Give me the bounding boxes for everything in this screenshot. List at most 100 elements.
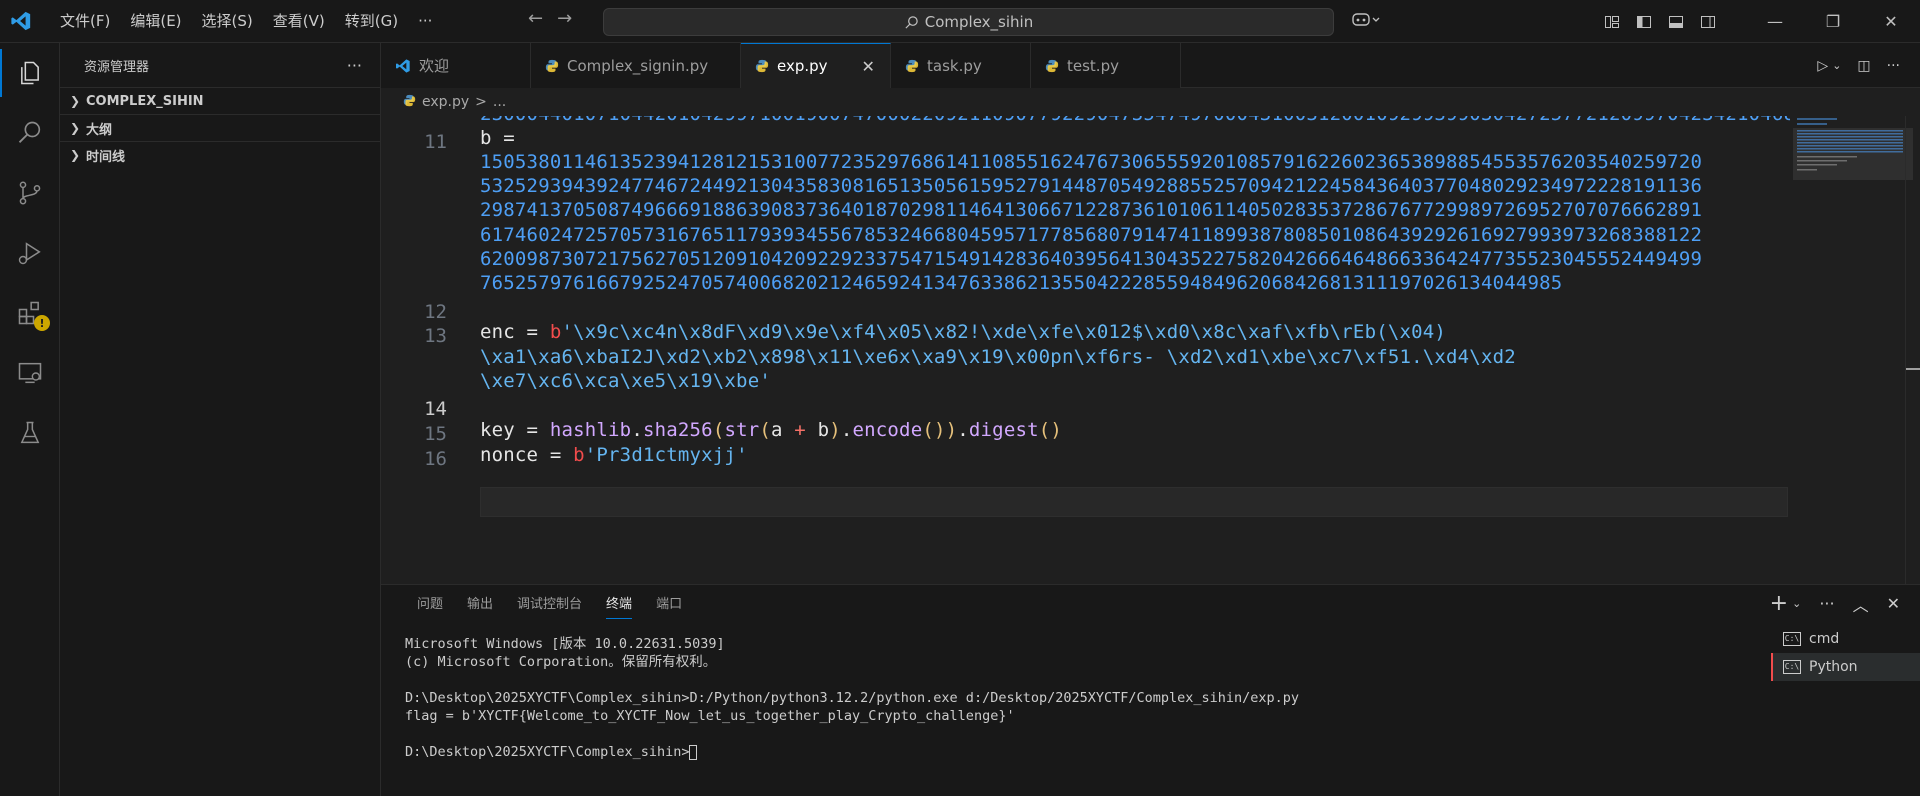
more-actions-icon[interactable]: ···	[1887, 58, 1900, 74]
menu-bar: 文件(F) 编辑(E) 选择(S) 查看(V) 转到(G) ···	[50, 6, 442, 36]
tab-debug-console[interactable]: 调试控制台	[505, 585, 594, 625]
run-debug-icon[interactable]	[0, 223, 60, 283]
close-window-icon[interactable]: ✕	[1862, 0, 1920, 43]
terminal-output[interactable]: Microsoft Windows [版本 10.0.22631.5039] (…	[405, 635, 1745, 761]
code-a-tail: 2300044010710442010429971001900747000220…	[480, 116, 1790, 125]
section-folder[interactable]: ❯ COMPLEX_SIHIN	[60, 87, 380, 114]
tab-task[interactable]: task.py	[891, 43, 1031, 88]
search-sidebar-icon[interactable]	[0, 103, 60, 163]
chevron-right-icon: ❯	[70, 148, 81, 162]
tab-exp[interactable]: exp.py ✕	[741, 43, 891, 88]
source-control-icon[interactable]	[0, 163, 60, 223]
explorer-more-icon[interactable]: ···	[347, 56, 362, 75]
code-key-line: key = hashlib.sha256(str(a + b).encode()…	[480, 419, 1063, 441]
terminal-item-python[interactable]: C:\ Python	[1771, 653, 1920, 681]
python-icon	[403, 94, 416, 111]
chevron-right-icon: ❯	[70, 94, 81, 108]
forward-arrow-icon[interactable]: →	[557, 8, 572, 29]
close-icon[interactable]: ✕	[862, 57, 875, 76]
maximize-panel-icon[interactable]: ︿	[1853, 592, 1869, 616]
section-folder-label: COMPLEX_SIHIN	[86, 93, 204, 109]
extensions-icon[interactable]: !	[0, 283, 60, 343]
split-editor-icon[interactable]: ◫	[1857, 58, 1870, 74]
code-editor[interactable]: 11 12 13 14 15 16 2300044010710442010429…	[381, 116, 1920, 584]
line-number: 16	[424, 448, 447, 470]
chevron-down-icon[interactable]: ⌄	[1792, 597, 1801, 610]
section-timeline[interactable]: ❯ 时间线	[60, 141, 380, 168]
section-outline[interactable]: ❯ 大纲	[60, 114, 380, 141]
tab-output[interactable]: 输出	[455, 585, 505, 625]
code-b-value-4: 6174602472570573167651179393455678532466…	[480, 224, 1703, 246]
warning-badge-icon: !	[34, 315, 50, 331]
vscode-logo-icon[interactable]	[0, 0, 42, 43]
menu-go[interactable]: 转到(G)	[335, 6, 408, 36]
toggle-secondary-sidebar-icon[interactable]	[1694, 8, 1722, 36]
section-outline-label: 大纲	[86, 122, 113, 138]
chevron-down-icon[interactable]: ⌄	[1832, 59, 1841, 72]
minimize-icon[interactable]: —	[1746, 0, 1804, 43]
code-enc-line-1: enc = b'\x9c\xc4n\x8dF\xd9\x9e\xf4\x05\x…	[480, 321, 1447, 343]
line-number: 13	[424, 325, 447, 347]
terminal-line: Microsoft Windows [版本 10.0.22631.5039]	[405, 636, 725, 652]
code-enc-line-2: \xa1\xa6\xbaI2J\xd2\xb2\x898\x11\xe6x\xa…	[480, 346, 1516, 368]
minimap[interactable]	[1793, 116, 1913, 584]
code-b-value-6: 7652579761667925247057400682021246592413…	[480, 272, 1563, 294]
line-number: 11	[424, 131, 447, 153]
activity-bar: !	[0, 43, 60, 796]
close-panel-icon[interactable]: ✕	[1887, 594, 1900, 613]
current-line-highlight	[480, 487, 1788, 517]
command-center-label: Complex_sihin	[924, 13, 1034, 31]
more-actions-icon[interactable]: ···	[1819, 594, 1834, 613]
terminal-item-label: Python	[1809, 659, 1858, 675]
terminal-line: (c) Microsoft Corporation。保留所有权利。	[405, 654, 717, 670]
search-icon	[905, 15, 918, 29]
testing-icon[interactable]	[0, 403, 60, 463]
tab-complex-signin[interactable]: Complex_signin.py	[531, 43, 741, 88]
terminal-icon: C:\	[1783, 660, 1801, 674]
menu-edit[interactable]: 编辑(E)	[120, 6, 191, 36]
command-center-search[interactable]: Complex_sihin	[603, 8, 1334, 36]
scroll-marker	[1906, 368, 1920, 370]
restore-icon[interactable]: ❐	[1804, 0, 1862, 43]
explorer-icon[interactable]	[0, 43, 60, 103]
tab-problems[interactable]: 问题	[405, 585, 455, 625]
tab-test[interactable]: test.py	[1031, 43, 1181, 88]
bottom-panel: 问题 输出 调试控制台 终端 端口 + ⌄ ··· ︿ ✕ Microsoft …	[381, 584, 1920, 796]
python-icon	[1045, 59, 1059, 73]
tab-ports[interactable]: 端口	[644, 585, 694, 625]
menu-more[interactable]: ···	[408, 6, 442, 36]
breadcrumb-symbols[interactable]: ...	[493, 94, 506, 110]
terminal-line: D:\Desktop\2025XYCTF\Complex_sihin>D:/Py…	[405, 690, 1300, 706]
terminal-prompt: D:\Desktop\2025XYCTF\Complex_sihin>	[405, 744, 690, 760]
tab-welcome[interactable]: 欢迎	[381, 43, 531, 88]
python-icon	[905, 59, 919, 73]
tab-label: task.py	[927, 56, 982, 75]
tab-label: exp.py	[777, 57, 828, 75]
customize-layout-icon[interactable]	[1598, 8, 1626, 36]
remote-explorer-icon[interactable]	[0, 343, 60, 403]
vscode-icon	[395, 58, 411, 74]
toggle-primary-sidebar-icon[interactable]	[1630, 8, 1658, 36]
menu-file[interactable]: 文件(F)	[50, 6, 120, 36]
explorer-sidebar: 资源管理器 ··· ❯ COMPLEX_SIHIN ❯ 大纲 ❯ 时间线	[60, 43, 381, 796]
run-file-icon[interactable]: ▷	[1817, 58, 1828, 74]
menu-selection[interactable]: 选择(S)	[192, 6, 263, 36]
editor-scrollbar[interactable]	[1905, 116, 1920, 584]
tab-label: 欢迎	[419, 57, 450, 75]
breadcrumb-file[interactable]: exp.py	[422, 94, 469, 110]
terminal-item-cmd[interactable]: C:\ cmd	[1771, 625, 1920, 653]
tab-terminal[interactable]: 终端	[594, 585, 644, 625]
explorer-header: 资源管理器 ···	[60, 43, 380, 87]
title-bar: 文件(F) 编辑(E) 选择(S) 查看(V) 转到(G) ··· ← → Co…	[0, 0, 1920, 43]
terminal-item-label: cmd	[1809, 631, 1840, 647]
code-b-value-2: 5325293943924774672449213043583081651350…	[480, 175, 1703, 197]
new-terminal-icon[interactable]: +	[1770, 591, 1788, 616]
toggle-panel-icon[interactable]	[1662, 8, 1690, 36]
copilot-icon[interactable]	[1352, 10, 1382, 32]
code-b-value-1: 1505380114613523941281215310077235297686…	[480, 151, 1703, 173]
terminal-icon: C:\	[1783, 632, 1801, 646]
back-arrow-icon[interactable]: ←	[528, 8, 543, 29]
menu-view[interactable]: 查看(V)	[263, 6, 335, 36]
code-b-value-5: 6200987307217562705120910420922923375471…	[480, 248, 1703, 270]
